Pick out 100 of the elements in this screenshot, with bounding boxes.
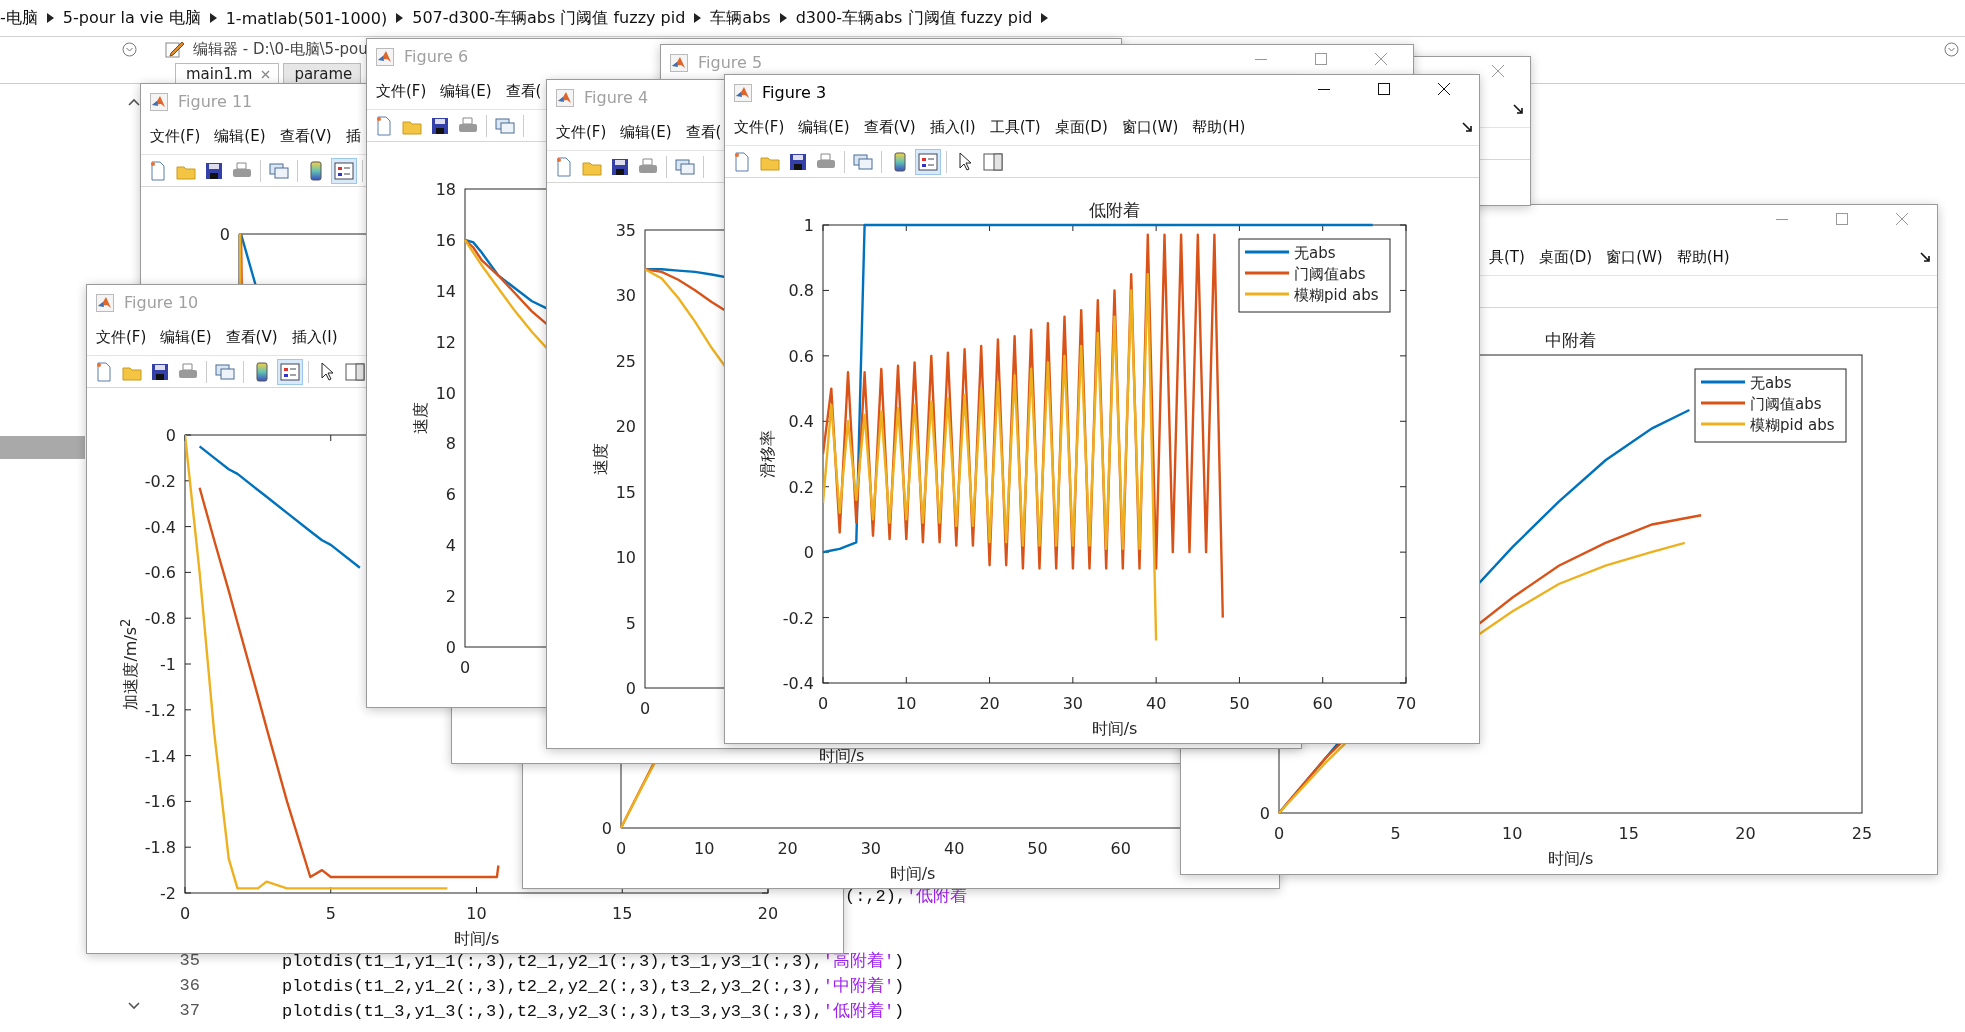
breadcrumb-arrow-icon[interactable] (209, 13, 217, 23)
tick-label: 10 (466, 904, 487, 923)
code-line: plotdis(t1_3,y1_3(:,3),t2_3,y2_3(:,3),t3_3,y3_3(:,3),'低附着') (282, 1000, 905, 1022)
breadcrumb-arrow-icon[interactable] (779, 13, 787, 23)
menu-item[interactable]: 编辑(E) (214, 127, 266, 146)
chevron-up-icon[interactable] (128, 98, 140, 106)
app-logo-icon (96, 293, 114, 312)
legend-swatch-icon (1245, 250, 1289, 254)
linked-windows-icon (215, 362, 235, 381)
menu-item[interactable]: 文件(F) (96, 328, 147, 347)
breadcrumb-arrow-icon[interactable] (1041, 13, 1049, 23)
tick-label: 14 (435, 281, 456, 301)
menu-item[interactable]: 工具(T) (989, 118, 1041, 137)
tick-label: 25 (1851, 824, 1873, 843)
menu-item[interactable]: 桌面(D) (1054, 118, 1108, 137)
breadcrumb-link[interactable]: 507-d300-车辆abs 门阈值 fuzzy pid (412, 7, 686, 29)
line-number: 35 (178, 951, 200, 970)
breadcrumb-arrow-icon[interactable] (46, 13, 54, 23)
menu-item[interactable]: 编辑(E) (160, 328, 212, 347)
printer-icon (178, 362, 198, 381)
tick-label: 0 (1259, 804, 1270, 823)
breadcrumb-arrow-icon[interactable] (396, 13, 404, 23)
menu-item[interactable]: 编辑(E) (620, 123, 672, 142)
menu-item[interactable]: 编辑(E) (798, 118, 850, 137)
breadcrumb-link[interactable]: 车辆abs (710, 7, 771, 29)
menu-item[interactable]: 帮助(H) (1192, 118, 1246, 137)
axis-label: 时间/s (1091, 719, 1138, 738)
menu-item[interactable]: 桌面(D) (1538, 248, 1593, 267)
menu-item[interactable]: 文件(F) (376, 82, 427, 101)
menu-item[interactable]: 插 (345, 127, 361, 146)
chart-title: 中附着 (1545, 330, 1596, 350)
pointer-icon (958, 151, 972, 172)
tick-label: 12 (435, 332, 456, 352)
tick-label: -1.2 (144, 700, 176, 720)
chevron-down-icon[interactable] (128, 1002, 140, 1010)
collapse-circle-icon[interactable] (1944, 41, 1959, 57)
tick-label: 6 (445, 485, 456, 505)
legend-button[interactable] (915, 148, 941, 175)
breadcrumb-arrow-icon[interactable] (694, 13, 702, 23)
tick-label: 30 (860, 839, 882, 858)
menu-item[interactable]: 查看(V) (225, 328, 278, 347)
tick-label: 40 (943, 839, 965, 858)
tick-label: 2 (445, 587, 456, 607)
close-icon (1895, 212, 1909, 226)
legend-label: 模糊pid abs (1750, 416, 1835, 434)
close-icon (1491, 64, 1505, 78)
axis-label: 速度 (410, 402, 431, 434)
collapse-circle-icon[interactable] (122, 41, 137, 57)
menu-item[interactable]: 具(T) (1489, 248, 1525, 267)
line-number: 36 (178, 976, 200, 995)
menu-item[interactable]: 编辑(E) (440, 82, 492, 101)
close-icon (1374, 52, 1388, 66)
breadcrumb-link[interactable]: 1-matlab(501-1000) (225, 8, 388, 28)
tick-label: 15 (612, 904, 633, 923)
app-logo-icon (670, 53, 688, 72)
tick-label: 15 (615, 482, 636, 502)
dock-arrow-icon[interactable] (1462, 122, 1473, 133)
menu-item[interactable]: 文件(F) (556, 123, 607, 142)
tick-label: 20 (777, 839, 798, 858)
maximize-icon (1835, 212, 1849, 226)
breadcrumb-link[interactable]: 5-pour la vie 电脑 (62, 7, 201, 29)
legend-icon (334, 161, 354, 180)
menu-item[interactable]: 文件(F) (734, 118, 785, 137)
scroll-thumb[interactable] (0, 436, 85, 459)
file-tab[interactable]: main1.m (175, 63, 280, 83)
axis-label: 滑移率 (757, 430, 778, 478)
breadcrumb-link[interactable]: -电脑 (0, 7, 38, 29)
editor-title: 编辑器 - D:\0-电脑\5-pou (193, 39, 368, 59)
legend-button[interactable] (277, 358, 303, 385)
axis-label: 时间/s (889, 864, 936, 883)
menu-item[interactable]: 帮助(H) (1676, 248, 1730, 267)
tick-label: -1.6 (144, 792, 176, 812)
tick-label: 10 (615, 548, 636, 568)
panel-icon (983, 152, 1003, 171)
menu-item[interactable]: 窗口(W) (1606, 248, 1663, 267)
menu-item[interactable]: 插入(I) (929, 118, 976, 137)
window-title: Figure 6 (404, 47, 469, 66)
close-icon[interactable] (261, 69, 271, 79)
menu-item[interactable]: 查看( (505, 82, 542, 101)
dock-arrow-icon[interactable] (1513, 104, 1524, 115)
page-icon (95, 361, 113, 382)
tick-label: -1.4 (144, 746, 176, 766)
linked-windows-icon (675, 157, 695, 176)
breadcrumb-link[interactable]: d300-车辆abs 门阈值 fuzzy pid (795, 7, 1033, 29)
file-tab[interactable]: parame (283, 63, 362, 83)
menu-item[interactable]: 文件(F) (150, 127, 201, 146)
linked-windows-icon (269, 161, 289, 180)
menu-item[interactable]: 查看( (685, 123, 722, 142)
legend-icon (918, 152, 938, 171)
legend-button[interactable] (331, 157, 357, 184)
legend-label: 无abs (1750, 374, 1792, 392)
menu-item[interactable]: 插入(I) (291, 328, 338, 347)
tick-label: 0.8 (788, 281, 814, 301)
menu-item[interactable]: 窗口(W) (1121, 118, 1179, 137)
dock-arrow-icon[interactable] (1920, 252, 1931, 263)
menu-item[interactable]: 查看(V) (279, 127, 332, 146)
tick-label: -0.2 (144, 471, 176, 491)
minimize-icon (1775, 217, 1789, 221)
tick-label: 0.6 (788, 346, 814, 366)
menu-item[interactable]: 查看(V) (863, 118, 916, 137)
